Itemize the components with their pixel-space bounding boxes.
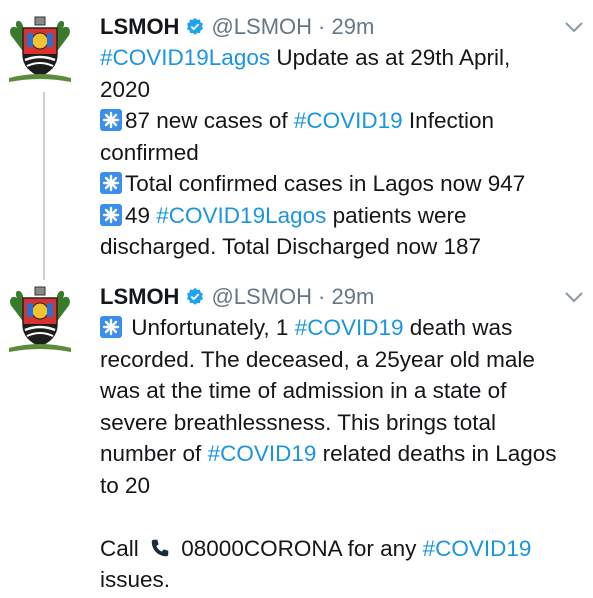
- hashtag-link[interactable]: #COVID19: [208, 441, 317, 466]
- avatar[interactable]: [5, 14, 75, 84]
- telephone-receiver-icon: [151, 539, 169, 556]
- coat-of-arms-icon: [9, 16, 71, 82]
- chevron-down-icon[interactable]: [563, 290, 585, 304]
- tweet-text: Unfortunately, 1 #COVID19 death was reco…: [100, 312, 581, 596]
- hashtag-link[interactable]: #COVID19: [294, 108, 403, 133]
- sparkle-emoji-icon: [100, 316, 122, 338]
- timestamp[interactable]: · 29m: [318, 12, 374, 42]
- avatar[interactable]: [5, 284, 75, 354]
- author-name[interactable]: LSMOH: [100, 12, 179, 42]
- tweet-text: #COVID19Lagos Update as at 29th April, 2…: [100, 45, 526, 259]
- hashtag-link[interactable]: #COVID19: [423, 536, 532, 561]
- verified-badge-icon: [187, 287, 204, 305]
- sparkle-emoji-icon: [100, 203, 122, 226]
- author-name[interactable]: LSMOH: [100, 282, 179, 312]
- thread-connector-line: [43, 92, 45, 280]
- verified-badge-icon: [187, 17, 204, 35]
- author-handle[interactable]: @LSMOH: [211, 12, 312, 42]
- hashtag-link[interactable]: #COVID19Lagos: [156, 203, 326, 228]
- sparkle-emoji-icon: [100, 109, 122, 131]
- sparkle-emoji-icon: [100, 172, 122, 194]
- coat-of-arms-icon: [9, 286, 71, 352]
- author-handle[interactable]: @LSMOH: [211, 282, 312, 312]
- timestamp[interactable]: · 29m: [318, 282, 374, 312]
- paragraph-break: [100, 501, 581, 533]
- hashtag-link[interactable]: #COVID19: [295, 315, 404, 340]
- chevron-down-icon[interactable]: [563, 20, 585, 34]
- hashtag-link[interactable]: #COVID19Lagos: [100, 45, 270, 70]
